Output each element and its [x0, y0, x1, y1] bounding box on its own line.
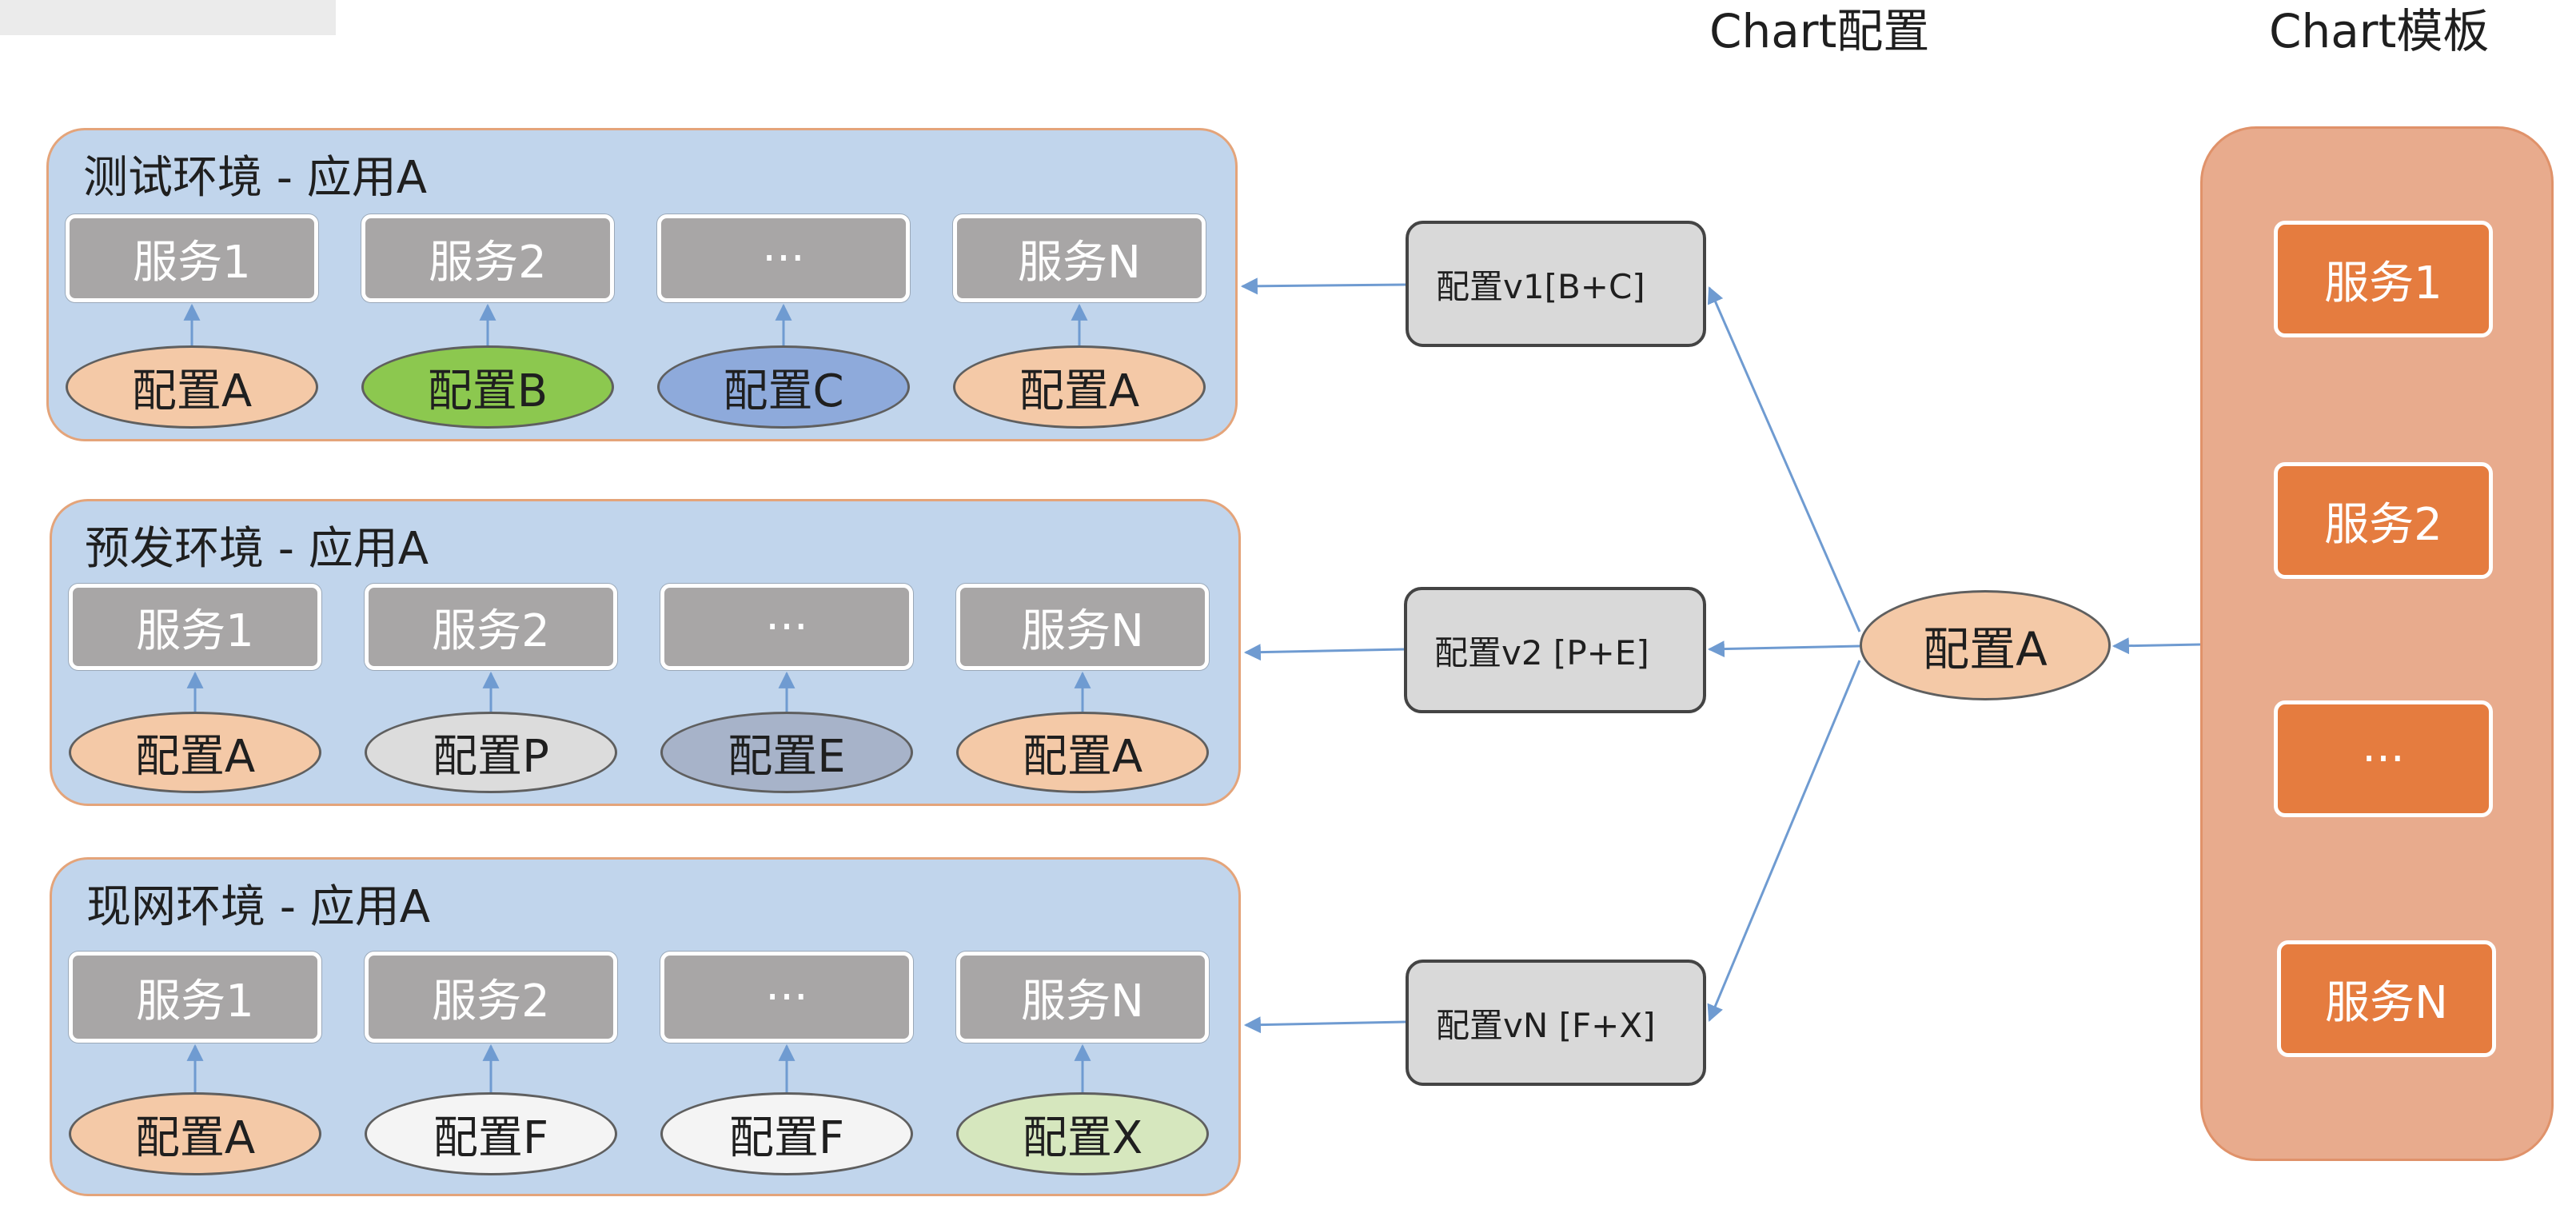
- arrow: [1240, 277, 1406, 295]
- connector-layer: [183, 277, 2201, 1092]
- arrow: [1707, 286, 1861, 632]
- arrow: [1707, 660, 1861, 1022]
- arrow: [1243, 644, 1405, 661]
- arrow: [1243, 1016, 1406, 1034]
- arrow: [2111, 637, 2201, 655]
- arrows: [183, 277, 2201, 1092]
- arrow: [1707, 640, 1860, 658]
- diagram-canvas: Chart配置 Chart模板 测试环境 - 应用A 服务1 服务2 ··· 服…: [0, 0, 2576, 1217]
